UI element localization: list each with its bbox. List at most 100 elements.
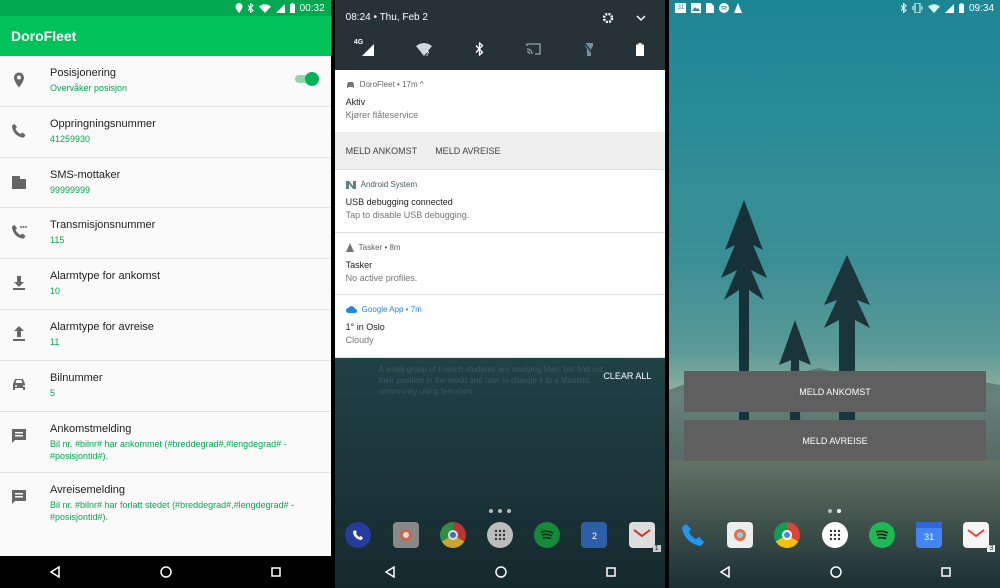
setting-oppringningsnummer[interactable]: Oppringningsnummer 41259930 (0, 107, 331, 158)
notification-tasker[interactable]: Tasker • 8m Tasker No active profiles. (334, 233, 666, 295)
widget-meld-avreise-button[interactable]: MELD AVREISE (684, 420, 986, 461)
recents-icon[interactable] (606, 567, 616, 577)
camera-app-icon[interactable] (392, 522, 419, 548)
flashlight-icon[interactable] (583, 42, 594, 56)
home-icon[interactable] (829, 566, 842, 578)
setting-title: Avreisemelding (50, 483, 126, 496)
bluetooth-icon[interactable] (475, 42, 484, 56)
spotify-app-icon[interactable] (868, 522, 895, 548)
page-dot (489, 509, 493, 513)
message-icon (12, 428, 26, 443)
home-icon[interactable] (495, 566, 507, 578)
app-title: DoroFleet (11, 28, 77, 44)
calendar-app-icon[interactable]: 31 (916, 522, 943, 548)
notification-app-row: DoroFleet • 17m ^ (346, 80, 666, 89)
building-icon (12, 175, 26, 189)
mobile-data-tile[interactable]: 4G (354, 39, 374, 56)
camera-app-icon[interactable] (727, 522, 754, 548)
phone-app-icon[interactable] (345, 522, 372, 548)
setting-ankomstmelding[interactable]: Ankomstmelding Bil nr. #bilnr# har ankom… (0, 412, 331, 473)
notification-android-system[interactable]: Android System USB debugging connected T… (334, 170, 666, 233)
status-bar: 00:32 (0, 0, 331, 16)
expand-chevron-icon[interactable] (636, 15, 646, 22)
notification-dorofleet[interactable]: DoroFleet • 17m ^ Aktiv Kjører flåteserv… (334, 70, 666, 132)
setting-subtitle: 11 (50, 336, 60, 347)
message-icon (12, 489, 26, 504)
recents-icon[interactable] (940, 567, 951, 577)
gmail-app-icon[interactable]: 1 (628, 522, 661, 552)
phone-dots-icon (12, 225, 27, 239)
background-text: A small group of French students are stu… (378, 365, 604, 396)
calendar-badge: 31 (924, 532, 935, 542)
back-icon[interactable] (384, 566, 396, 578)
meld-avreise-action[interactable]: MELD AVREISE (435, 146, 500, 156)
notification-title: 1° in Oslo (345, 322, 385, 332)
download-icon (13, 276, 25, 291)
notification-shade-screen: 08:24 • Thu, Feb 2 4G ? DoroFleet • 17m … (334, 0, 666, 588)
status-bar: 31 09:34 (669, 0, 1000, 16)
cloud-icon (345, 306, 357, 313)
cast-icon[interactable] (526, 43, 541, 55)
back-icon[interactable] (49, 566, 61, 578)
notification-app-name: Tasker • 8m (358, 243, 401, 252)
spotify-app-icon[interactable] (534, 522, 561, 548)
settings-screen: 00:32 DoroFleet Posisjonering Overvåker … (0, 0, 331, 588)
nav-bar (0, 556, 331, 588)
setting-subtitle: Bil nr. #bilnr# har forlatt stedet (#bre… (50, 499, 295, 522)
setting-subtitle: 10 (50, 286, 61, 297)
setting-title: Alarmtype for avreise (50, 320, 154, 333)
calendar-app-icon[interactable]: 2 (581, 522, 608, 548)
spotify-status-icon (719, 3, 730, 13)
battery-icon (958, 3, 964, 13)
clear-all-button[interactable]: CLEAR ALL (603, 371, 651, 381)
page-indicator (669, 509, 1000, 513)
home-icon[interactable] (160, 566, 173, 578)
status-time: 00:32 (299, 2, 325, 14)
widget-meld-ankomst-button[interactable]: MELD ANKOMST (684, 371, 986, 412)
recents-icon[interactable] (271, 567, 281, 577)
app-drawer-icon[interactable] (821, 522, 848, 548)
setting-title: Alarmtype for ankomst (50, 270, 161, 283)
posisjonering-toggle[interactable] (294, 72, 319, 86)
date-time: 08:24 • Thu, Feb 2 (345, 12, 428, 23)
page-dot (828, 509, 833, 513)
location-icon (235, 3, 243, 13)
android-system-icon (345, 180, 356, 189)
setting-posisjonering[interactable]: Posisjonering Overvåker posisjon (0, 56, 331, 107)
setting-transmisjonsnummer[interactable]: Transmisjonsnummer 115 (0, 208, 331, 260)
wifi-icon (927, 3, 940, 13)
signal-icon (275, 3, 285, 13)
image-icon (691, 3, 702, 13)
chrome-app-icon[interactable] (439, 522, 466, 548)
wifi-question-icon[interactable]: ? (416, 42, 433, 56)
calendar-status-icon: 31 (675, 3, 687, 13)
notification-google-app[interactable]: Google App • 7m 1° in Oslo Cloudy (334, 295, 666, 358)
chrome-app-icon[interactable] (774, 522, 801, 548)
gmail-app-icon[interactable]: 3 (963, 522, 996, 552)
settings-gear-icon[interactable] (602, 12, 614, 24)
notification-app-row: Tasker • 8m (345, 243, 666, 252)
setting-subtitle: Bil nr. #bilnr# har ankommet (#breddegra… (50, 438, 287, 461)
setting-alarmtype-ankomst[interactable]: Alarmtype for ankomst 10 (0, 259, 331, 310)
setting-title: SMS-mottaker (50, 168, 121, 181)
battery-saver-icon[interactable] (636, 42, 645, 56)
quick-settings-header: 08:24 • Thu, Feb 2 4G ? (334, 0, 666, 70)
status-system-icons: 09:34 (900, 3, 994, 14)
dock: 31 3 (669, 522, 1000, 552)
car-icon (346, 81, 354, 88)
notification-actions: MELD ANKOMST MELD AVREISE (334, 132, 666, 170)
setting-title: Posisjonering (50, 67, 117, 79)
setting-subtitle: 115 (50, 235, 65, 246)
setting-alarmtype-avreise[interactable]: Alarmtype for avreise 11 (0, 310, 331, 361)
back-icon[interactable] (719, 566, 731, 578)
setting-sms-mottaker[interactable]: SMS-mottaker 99999999 (0, 158, 331, 209)
notification-title: Aktiv (345, 97, 366, 107)
wifi-icon (258, 3, 271, 13)
phone-app-icon[interactable] (680, 522, 706, 548)
app-drawer-icon[interactable] (486, 522, 513, 548)
setting-subtitle: Overvåker posisjon (50, 83, 128, 93)
setting-bilnummer[interactable]: Bilnummer 5 (0, 361, 331, 412)
setting-title: Bilnummer (50, 371, 103, 384)
meld-ankomst-action[interactable]: MELD ANKOMST (346, 146, 418, 156)
setting-avreisemelding[interactable]: Avreisemelding Bil nr. #bilnr# har forla… (0, 473, 331, 534)
